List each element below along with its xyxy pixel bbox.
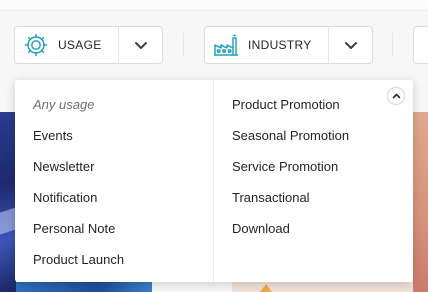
dropdown-column-right: Product Promotion Seasonal Promotion Ser…	[232, 94, 349, 249]
dropdown-option-notification[interactable]: Notification	[33, 187, 124, 218]
dropdown-option-transactional[interactable]: Transactional	[232, 187, 349, 218]
collapse-dropdown-button[interactable]	[387, 87, 405, 105]
dropdown-option-seasonal-promotion[interactable]: Seasonal Promotion	[232, 125, 349, 156]
filter-separator	[392, 33, 393, 57]
dropdown-option-product-promotion[interactable]: Product Promotion	[232, 94, 349, 125]
dropdown-option-events[interactable]: Events	[33, 125, 124, 156]
column-divider	[213, 80, 214, 282]
industry-filter[interactable]: INDUSTRY	[204, 26, 373, 64]
gear-icon	[23, 32, 49, 58]
chevron-down-icon[interactable]	[119, 27, 163, 63]
dropdown-option-download[interactable]: Download	[232, 218, 349, 249]
chevron-down-icon[interactable]	[329, 27, 373, 63]
dropdown-column-left: Any usage Events Newsletter Notification…	[33, 94, 124, 280]
dropdown-option-product-launch[interactable]: Product Launch	[33, 249, 124, 280]
industry-filter-label: INDUSTRY	[248, 38, 312, 52]
next-filter[interactable]	[413, 26, 428, 64]
chevron-up-icon	[392, 93, 401, 99]
dropdown-option-any-usage[interactable]: Any usage	[33, 94, 124, 125]
usage-filter-label: USAGE	[58, 38, 102, 52]
factory-icon	[213, 32, 239, 58]
filter-bar: USAGE INDUSTRY	[0, 11, 428, 80]
dropdown-option-newsletter[interactable]: Newsletter	[33, 156, 124, 187]
usage-dropdown-menu: Any usage Events Newsletter Notification…	[15, 80, 413, 282]
filter-separator	[183, 33, 184, 57]
top-bar	[0, 0, 428, 11]
template-thumbnail[interactable]	[0, 112, 16, 292]
dropdown-option-personal-note[interactable]: Personal Note	[33, 218, 124, 249]
template-thumbnail[interactable]	[232, 282, 413, 292]
usage-filter[interactable]: USAGE	[14, 26, 163, 64]
template-thumbnail[interactable]	[16, 282, 152, 292]
template-thumbnail[interactable]	[413, 112, 428, 292]
dropdown-option-service-promotion[interactable]: Service Promotion	[232, 156, 349, 187]
